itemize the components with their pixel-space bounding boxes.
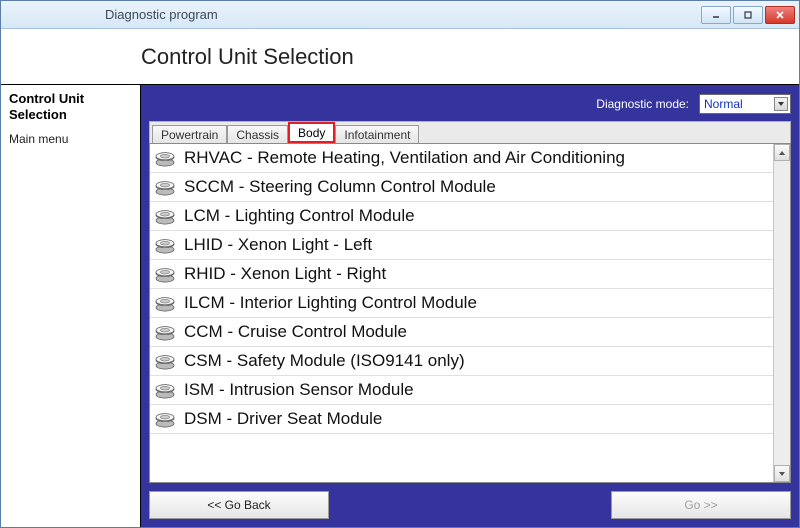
ecu-icon [154,410,176,428]
chevron-down-icon [778,470,786,478]
window-title: Diagnostic program [105,7,701,22]
page-header: Control Unit Selection [1,29,799,85]
module-label: RHID - Xenon Light - Right [184,264,386,284]
module-row[interactable]: LCM - Lighting Control Module [150,202,773,231]
scroll-up-button[interactable] [774,144,790,161]
ecu-icon [154,149,176,167]
diagnostic-mode-value: Normal [704,97,743,111]
module-row[interactable]: RHID - Xenon Light - Right [150,260,773,289]
ecu-icon [154,381,176,399]
tab-powertrain[interactable]: Powertrain [152,125,227,144]
ecu-icon [154,207,176,225]
scroll-track[interactable] [774,161,790,465]
ecu-icon [154,265,176,283]
ecu-icon [154,294,176,312]
minimize-icon [711,10,721,20]
workarea: Diagnostic mode: Normal Powertrain Chass… [141,85,799,527]
sidebar-current: Control Unit Selection [9,91,132,122]
module-label: CSM - Safety Module (ISO9141 only) [184,351,465,371]
module-row[interactable]: SCCM - Steering Column Control Module [150,173,773,202]
module-row[interactable]: CSM - Safety Module (ISO9141 only) [150,347,773,376]
module-label: LCM - Lighting Control Module [184,206,415,226]
ecu-icon [154,236,176,254]
chevron-down-icon [774,97,788,111]
tab-infotainment[interactable]: Infotainment [335,125,419,144]
diagnostic-mode-select[interactable]: Normal [699,94,791,114]
tab-chassis[interactable]: Chassis [227,125,288,144]
module-label: CCM - Cruise Control Module [184,322,407,342]
module-row[interactable]: DSM - Driver Seat Module [150,405,773,434]
maximize-button[interactable] [733,6,763,24]
scroll-down-button[interactable] [774,465,790,482]
minimize-button[interactable] [701,6,731,24]
window-titlebar: Diagnostic program [1,1,799,29]
ecu-icon [154,323,176,341]
sidebar: Control Unit Selection Main menu [1,85,141,527]
module-label: RHVAC - Remote Heating, Ventilation and … [184,148,625,168]
module-row[interactable]: CCM - Cruise Control Module [150,318,773,347]
app-icon [9,7,25,23]
ecu-icon [154,352,176,370]
ecu-icon [154,178,176,196]
module-list: RHVAC - Remote Heating, Ventilation and … [149,143,791,483]
module-label: SCCM - Steering Column Control Module [184,177,496,197]
module-label: LHID - Xenon Light - Left [184,235,372,255]
sidebar-main-menu[interactable]: Main menu [9,132,132,146]
module-row[interactable]: ILCM - Interior Lighting Control Module [150,289,773,318]
diagnostic-mode-label: Diagnostic mode: [596,97,689,111]
chevron-up-icon [778,149,786,157]
module-label: DSM - Driver Seat Module [184,409,382,429]
go-button[interactable]: Go >> [611,491,791,519]
close-button[interactable] [765,6,795,24]
close-icon [775,10,785,20]
tab-body[interactable]: Body [288,122,335,143]
module-label: ILCM - Interior Lighting Control Module [184,293,477,313]
maximize-icon [743,10,753,20]
tabstrip: Powertrain Chassis Body Infotainment [149,121,791,143]
scrollbar[interactable] [773,144,790,482]
module-row[interactable]: ISM - Intrusion Sensor Module [150,376,773,405]
module-row[interactable]: RHVAC - Remote Heating, Ventilation and … [150,144,773,173]
module-row[interactable]: LHID - Xenon Light - Left [150,231,773,260]
page-title: Control Unit Selection [141,44,354,70]
go-back-button[interactable]: << Go Back [149,491,329,519]
module-label: ISM - Intrusion Sensor Module [184,380,414,400]
